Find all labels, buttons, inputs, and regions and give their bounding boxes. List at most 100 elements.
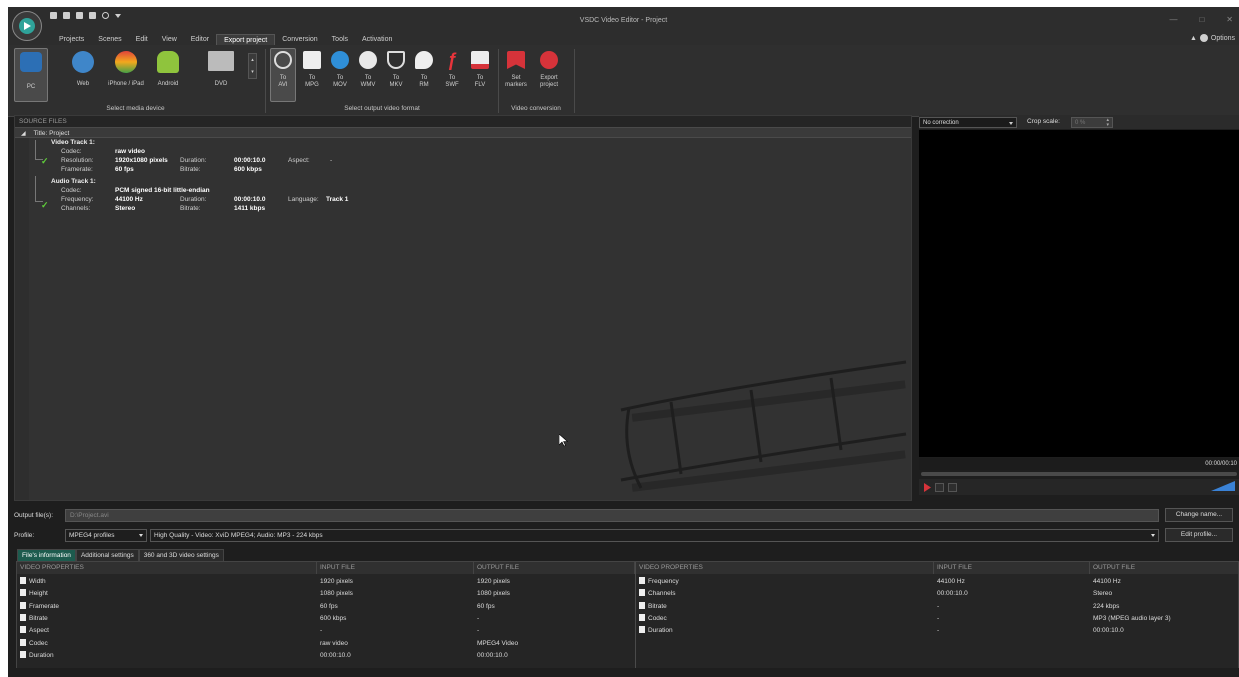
- menu-export-project[interactable]: Export project: [216, 34, 276, 45]
- menu-projects[interactable]: Projects: [52, 34, 91, 45]
- input-value: -: [937, 627, 940, 635]
- device-scroll-button[interactable]: ▴ ▾: [248, 53, 257, 79]
- dropdown-arrow-icon: [1151, 534, 1155, 537]
- output-value: 44100 Hz: [1093, 578, 1121, 585]
- ribbon: PC Web iPhone / iPad Android DVD ▴ ▾ Sele…: [8, 45, 1239, 117]
- menu-edit[interactable]: Edit: [129, 34, 155, 45]
- collapse-ribbon-icon[interactable]: ▲: [1190, 35, 1197, 42]
- table-row: Width 1920 pixels 1920 pixels: [17, 576, 635, 588]
- tab-360-3d-settings[interactable]: 360 and 3D video settings: [138, 549, 224, 561]
- app-logo[interactable]: [12, 11, 42, 41]
- minimize-icon[interactable]: —: [1169, 15, 1177, 24]
- film-strip-decoration: [620, 360, 907, 492]
- video-codec-label: Codec:: [61, 148, 82, 155]
- output-value: 00:00:10.0: [1093, 627, 1124, 635]
- status-bar: [8, 668, 1239, 677]
- menu-tools[interactable]: Tools: [325, 34, 355, 45]
- frequency-value: 44100 Hz: [115, 196, 143, 203]
- title-bar: VSDC Video Editor - Project — □ ✕ Projec…: [8, 7, 1239, 45]
- table-row: Bitrate 600 kbps -: [17, 613, 635, 625]
- property-name: Duration: [29, 651, 54, 659]
- wmv-icon: [359, 51, 377, 69]
- menu-activation[interactable]: Activation: [355, 34, 399, 45]
- volume-icon[interactable]: [1211, 481, 1235, 491]
- channels-label: Channels:: [61, 205, 91, 212]
- tab-files-information[interactable]: File's information: [17, 549, 76, 561]
- menu-view[interactable]: View: [155, 34, 184, 45]
- to-rm-button[interactable]: To RM: [412, 51, 436, 89]
- crop-scale-input[interactable]: 0 % ▴ ▾: [1071, 117, 1113, 128]
- device-web-button[interactable]: Web: [70, 51, 96, 88]
- crop-scale-value: 0 %: [1075, 120, 1086, 126]
- device-android-button[interactable]: Android: [152, 51, 184, 88]
- menu-conversion[interactable]: Conversion: [275, 34, 324, 45]
- to-avi-button[interactable]: To AVI: [270, 48, 296, 102]
- format-swf-l2: SWF: [445, 82, 459, 88]
- table-row: Channels 00:00:10.0 Stereo: [636, 588, 1238, 600]
- property-name: Bitrate: [29, 614, 48, 622]
- video-codec-value: raw video: [115, 148, 145, 155]
- property-name: Bitrate: [648, 602, 667, 610]
- audio-duration-value: 00:00:10.0: [234, 196, 266, 203]
- output-value: -: [477, 614, 480, 622]
- device-dvd-button[interactable]: DVD: [204, 51, 238, 88]
- close-icon[interactable]: ✕: [1226, 15, 1233, 24]
- property-icon: [20, 638, 26, 646]
- project-tree-node[interactable]: ◢ Title: Project: [15, 127, 911, 138]
- format-avi-l2: AVI: [278, 82, 288, 88]
- stop-icon[interactable]: [935, 483, 944, 492]
- video-props-header: VIDEO PROPERTIES: [17, 562, 317, 574]
- spinner-icon[interactable]: ▴ ▾: [1106, 118, 1109, 128]
- info-tabs: File's information Additional settings 3…: [17, 549, 224, 561]
- preview-window: [919, 130, 1239, 457]
- play-icon[interactable]: [923, 483, 932, 492]
- flash-icon: ƒ: [446, 50, 457, 70]
- output-file-input[interactable]: D:\Project.avi: [65, 509, 1159, 522]
- export-project-l1: Export: [540, 75, 558, 81]
- profile-select[interactable]: MPEG4 profiles: [65, 529, 147, 542]
- input-value: 60 fps: [320, 602, 338, 610]
- property-name: Framerate: [29, 602, 59, 610]
- to-mov-button[interactable]: To MOV: [328, 51, 352, 89]
- format-mov-l2: MOV: [333, 82, 347, 88]
- property-name: Codec: [648, 614, 667, 622]
- to-mpg-button[interactable]: To MPG: [300, 51, 324, 89]
- seek-bar[interactable]: [921, 472, 1237, 476]
- table-row: Codec - MP3 (MPEG audio layer 3): [636, 613, 1238, 625]
- change-name-button[interactable]: Change name...: [1165, 508, 1233, 522]
- conversion-group-label: Video conversion: [511, 105, 561, 112]
- tab-additional-settings[interactable]: Additional settings: [75, 549, 139, 561]
- bookmark-icon: [507, 51, 525, 69]
- profile-label: Profile:: [14, 532, 35, 539]
- correction-select[interactable]: No correction: [919, 117, 1017, 128]
- output-value: 60 fps: [477, 602, 495, 610]
- menu-scenes[interactable]: Scenes: [91, 34, 128, 45]
- format-wmv-l2: WMV: [360, 82, 376, 88]
- property-name: Height: [29, 590, 48, 598]
- maximize-icon[interactable]: □: [1199, 15, 1204, 24]
- format-rm-l2: RM: [419, 82, 429, 88]
- format-wmv-l1: To: [364, 75, 372, 81]
- format-group-label: Select output video format: [344, 105, 420, 112]
- project-title: Title: Project: [33, 130, 70, 137]
- to-flv-button[interactable]: To FLV: [468, 51, 492, 89]
- menu-editor[interactable]: Editor: [184, 34, 216, 45]
- fullscreen-icon[interactable]: [948, 483, 957, 492]
- to-swf-button[interactable]: ƒ To SWF: [440, 51, 464, 89]
- edit-profile-button[interactable]: Edit profile...: [1165, 528, 1233, 542]
- property-icon: [20, 626, 26, 634]
- crop-scale-label: Crop scale:: [1027, 118, 1060, 125]
- set-markers-button[interactable]: Set markers: [502, 51, 530, 89]
- collapse-arrow-icon[interactable]: ◢: [21, 131, 26, 137]
- to-wmv-button[interactable]: To WMV: [356, 51, 380, 89]
- format-flv-l1: To: [476, 75, 484, 81]
- property-icon: [20, 589, 26, 597]
- to-mkv-button[interactable]: To MKV: [384, 51, 408, 89]
- device-iphone-button[interactable]: iPhone / iPad: [104, 51, 148, 88]
- options-button[interactable]: ▲ Options: [1190, 34, 1235, 42]
- profile-description-select[interactable]: High Quality - Video: XviD MPEG4; Audio:…: [150, 529, 1159, 542]
- export-project-button[interactable]: Export project: [534, 51, 564, 89]
- device-iphone-label: iPhone / iPad: [108, 81, 144, 87]
- video-bitrate-label: Bitrate:: [180, 166, 201, 173]
- device-pc-button[interactable]: PC: [14, 48, 48, 102]
